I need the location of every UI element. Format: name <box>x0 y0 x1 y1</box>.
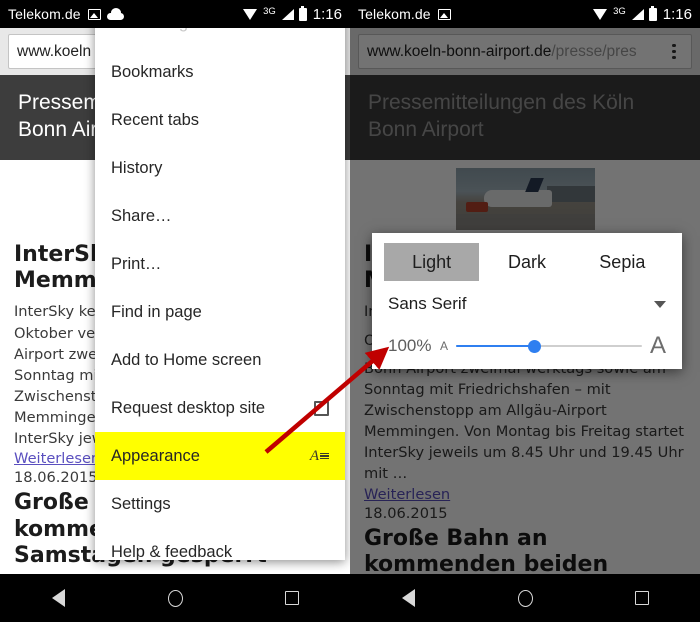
status-left-icons <box>87 8 124 20</box>
image-icon <box>437 8 451 20</box>
nav-recent-apps-button[interactable] <box>583 591 700 605</box>
menu-item-label: Share… <box>111 206 172 225</box>
recent-apps-icon <box>634 591 649 605</box>
theme-option-light[interactable]: Light <box>384 243 480 281</box>
right-status-bar: Telekom.de 3G 1:16 <box>350 0 700 28</box>
small-a-icon: A <box>440 339 449 353</box>
font-family-value: Sans Serif <box>388 294 467 313</box>
carrier-label: Telekom.de <box>358 6 431 22</box>
menu-item-request-desktop-site[interactable]: Request desktop site <box>95 384 345 432</box>
text-scale-slider[interactable] <box>456 337 642 355</box>
text-scale-value: 100% <box>388 336 432 355</box>
wifi-icon <box>243 8 258 20</box>
text-scaling-row: 100% A A <box>384 329 670 363</box>
left-phone-panel: Pressemitteilungen des Köln Bonn Airport… <box>0 0 350 622</box>
home-icon <box>167 589 183 607</box>
left-url-host: www.koeln <box>17 42 92 60</box>
menu-item-share[interactable]: Share… <box>95 192 345 240</box>
theme-option-dark[interactable]: Dark <box>479 243 574 281</box>
nav-home-button[interactable] <box>467 589 584 607</box>
font-family-select[interactable]: Sans Serif <box>384 285 670 323</box>
nav-back-button[interactable] <box>0 589 117 607</box>
network-type-label: 3G <box>263 5 276 17</box>
theme-option-sepia[interactable]: Sepia <box>575 243 670 281</box>
signal-icon <box>281 8 294 20</box>
battery-icon <box>298 5 307 21</box>
menu-item-find-in-page[interactable]: Find in page <box>95 288 345 336</box>
left-read-more-link[interactable]: Weiterlesen <box>14 450 100 467</box>
status-right-icons: 3G <box>593 5 657 21</box>
menu-item-label: Find in page <box>111 302 202 321</box>
chrome-overflow-menu: New incognito tab Bookmarks Recent tabs … <box>95 14 345 560</box>
image-icon <box>87 8 101 20</box>
menu-item-label: Help & feedback <box>111 542 233 561</box>
signal-icon <box>631 8 644 20</box>
nav-recent-apps-button[interactable] <box>233 591 350 605</box>
menu-item-label: Add to Home screen <box>111 350 262 369</box>
home-icon <box>517 589 533 607</box>
left-nav-bar <box>0 574 350 622</box>
right-phone-panel: Pressemitteilungen des Köln Bonn Airport… <box>350 0 700 622</box>
clock-label: 1:16 <box>662 5 692 23</box>
menu-item-appearance[interactable]: Appearance A <box>95 432 345 480</box>
cloud-icon <box>106 8 124 20</box>
appearance-text-size-icon: A <box>310 448 329 465</box>
status-right-icons: 3G <box>243 5 307 21</box>
slider-thumb[interactable] <box>527 339 541 353</box>
recent-apps-icon <box>284 591 299 605</box>
menu-item-label: Print… <box>111 254 162 273</box>
back-icon <box>51 589 65 607</box>
menu-item-recent-tabs[interactable]: Recent tabs <box>95 96 345 144</box>
status-left-icons <box>437 8 451 20</box>
nav-home-button[interactable] <box>117 589 234 607</box>
right-nav-bar <box>350 574 700 622</box>
chevron-down-icon[interactable] <box>654 300 666 308</box>
checkbox-icon[interactable] <box>314 400 329 416</box>
carrier-label: Telekom.de <box>8 6 81 22</box>
wifi-icon <box>593 8 608 20</box>
screenshot-root: Pressemitteilungen des Köln Bonn Airport… <box>0 0 700 622</box>
menu-item-history[interactable]: History <box>95 144 345 192</box>
clock-label: 1:16 <box>312 5 342 23</box>
menu-item-label: Bookmarks <box>111 62 194 81</box>
back-icon <box>401 589 415 607</box>
menu-item-print[interactable]: Print… <box>95 240 345 288</box>
appearance-dialog: Light Dark Sepia Sans Serif 100% A A <box>372 233 682 369</box>
menu-item-settings[interactable]: Settings <box>95 480 345 528</box>
left-status-bar: Telekom.de 3G 1:16 <box>0 0 350 28</box>
menu-item-label: Request desktop site <box>111 398 266 417</box>
battery-icon <box>648 5 657 21</box>
menu-item-label: Settings <box>111 494 171 513</box>
menu-item-label: History <box>111 158 163 177</box>
network-type-label: 3G <box>613 5 626 17</box>
menu-item-label: Appearance <box>111 446 200 465</box>
nav-back-button[interactable] <box>350 589 467 607</box>
menu-item-bookmarks[interactable]: Bookmarks <box>95 48 345 96</box>
theme-segmented-control: Light Dark Sepia <box>384 243 670 281</box>
menu-item-add-to-home-screen[interactable]: Add to Home screen <box>95 336 345 384</box>
menu-item-label: Recent tabs <box>111 110 200 129</box>
large-a-icon: A <box>649 332 666 359</box>
menu-item-help-and-feedback[interactable]: Help & feedback <box>95 528 345 561</box>
slider-fill <box>456 344 535 348</box>
